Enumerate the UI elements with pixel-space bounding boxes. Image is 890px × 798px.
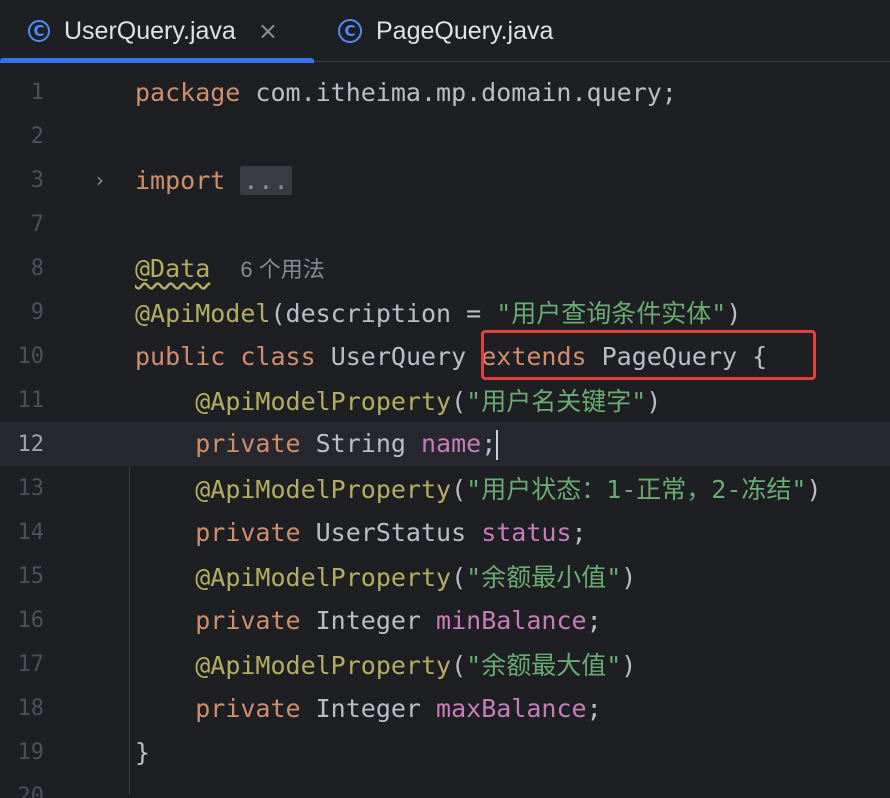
line-number: 1 <box>30 79 44 105</box>
line-number: 3 <box>30 167 44 193</box>
code-line[interactable]: 11 @ApiModelProperty("用户名关键字") <box>0 378 890 422</box>
fold-chevron-icon[interactable]: › <box>96 168 104 192</box>
tab-pagequery-java[interactable]: C PageQuery.java <box>314 0 604 62</box>
code-text: import ... <box>135 165 292 195</box>
line-number: 11 <box>17 387 45 413</box>
code-text: @ApiModelProperty("用户状态：1-正常，2-冻结") <box>195 475 822 504</box>
folded-imports[interactable]: ... <box>240 165 292 195</box>
java-class-icon: C <box>28 20 50 42</box>
tab-label: UserQuery.java <box>64 16 236 45</box>
code-line[interactable]: 3 › import ... <box>0 158 890 202</box>
line-number: 14 <box>17 519 45 545</box>
code-line[interactable]: 8 @Data 6 个用法 <box>0 246 890 290</box>
code-text: public class UserQuery extends PageQuery… <box>135 341 768 371</box>
code-line[interactable]: 10 public class UserQuery extends PageQu… <box>0 334 890 378</box>
code-line[interactable]: 14 private UserStatus status; <box>0 510 890 554</box>
line-number: 9 <box>30 299 44 325</box>
tab-userquery-java[interactable]: C UserQuery.java × <box>0 0 314 63</box>
code-text: @ApiModelProperty("余额最大值") <box>195 651 637 680</box>
line-number: 12 <box>17 431 45 457</box>
editor-tab-bar: C UserQuery.java × C PageQuery.java <box>0 0 890 63</box>
code-text: private String name; <box>195 428 499 460</box>
code-line[interactable]: 16 private Integer minBalance; <box>0 598 890 642</box>
line-number: 2 <box>30 123 44 149</box>
code-text: @ApiModel(description = "用户查询条件实体") <box>135 299 742 328</box>
code-text: package com.itheima.mp.domain.query; <box>135 77 677 107</box>
code-line[interactable]: 13 @ApiModelProperty("用户状态：1-正常，2-冻结") <box>0 466 890 510</box>
line-number: 10 <box>17 343 45 369</box>
code-text: @Data 6 个用法 <box>135 254 325 283</box>
code-text: private UserStatus status; <box>195 517 587 547</box>
code-line[interactable]: 20 <box>0 774 890 798</box>
code-text: private Integer minBalance; <box>195 605 602 635</box>
code-line[interactable]: 2 <box>0 114 890 158</box>
code-text: private Integer maxBalance; <box>195 693 602 723</box>
code-text: @ApiModelProperty("用户名关键字") <box>195 387 662 416</box>
line-number: 18 <box>17 695 45 721</box>
code-editor[interactable]: 1 package com.itheima.mp.domain.query; 2… <box>0 62 890 798</box>
code-line[interactable]: 7 <box>0 202 890 246</box>
tab-label: PageQuery.java <box>376 16 554 45</box>
line-number: 15 <box>17 563 45 589</box>
line-number: 16 <box>17 607 45 633</box>
code-line[interactable]: 15 @ApiModelProperty("余额最小值") <box>0 554 890 598</box>
code-line[interactable]: 9 @ApiModel(description = "用户查询条件实体") <box>0 290 890 334</box>
java-class-icon: C <box>338 19 362 43</box>
line-number: 20 <box>17 783 45 798</box>
code-text: } <box>135 737 151 767</box>
line-number: 7 <box>30 211 44 237</box>
code-line[interactable]: 18 private Integer maxBalance; <box>0 686 890 730</box>
usages-hint[interactable]: 6 个用法 <box>240 257 324 282</box>
code-line-current[interactable]: 12 private String name; <box>0 422 890 466</box>
line-number: 8 <box>30 255 44 281</box>
code-text: @ApiModelProperty("余额最小值") <box>195 563 637 592</box>
line-number: 13 <box>17 475 45 501</box>
code-line[interactable]: 19 } <box>0 730 890 774</box>
line-number: 17 <box>17 651 45 677</box>
close-icon[interactable]: × <box>258 19 278 43</box>
line-number: 19 <box>17 739 45 765</box>
code-line[interactable]: 17 @ApiModelProperty("余额最大值") <box>0 642 890 686</box>
code-line[interactable]: 1 package com.itheima.mp.domain.query; <box>0 70 890 114</box>
text-caret <box>496 429 499 460</box>
